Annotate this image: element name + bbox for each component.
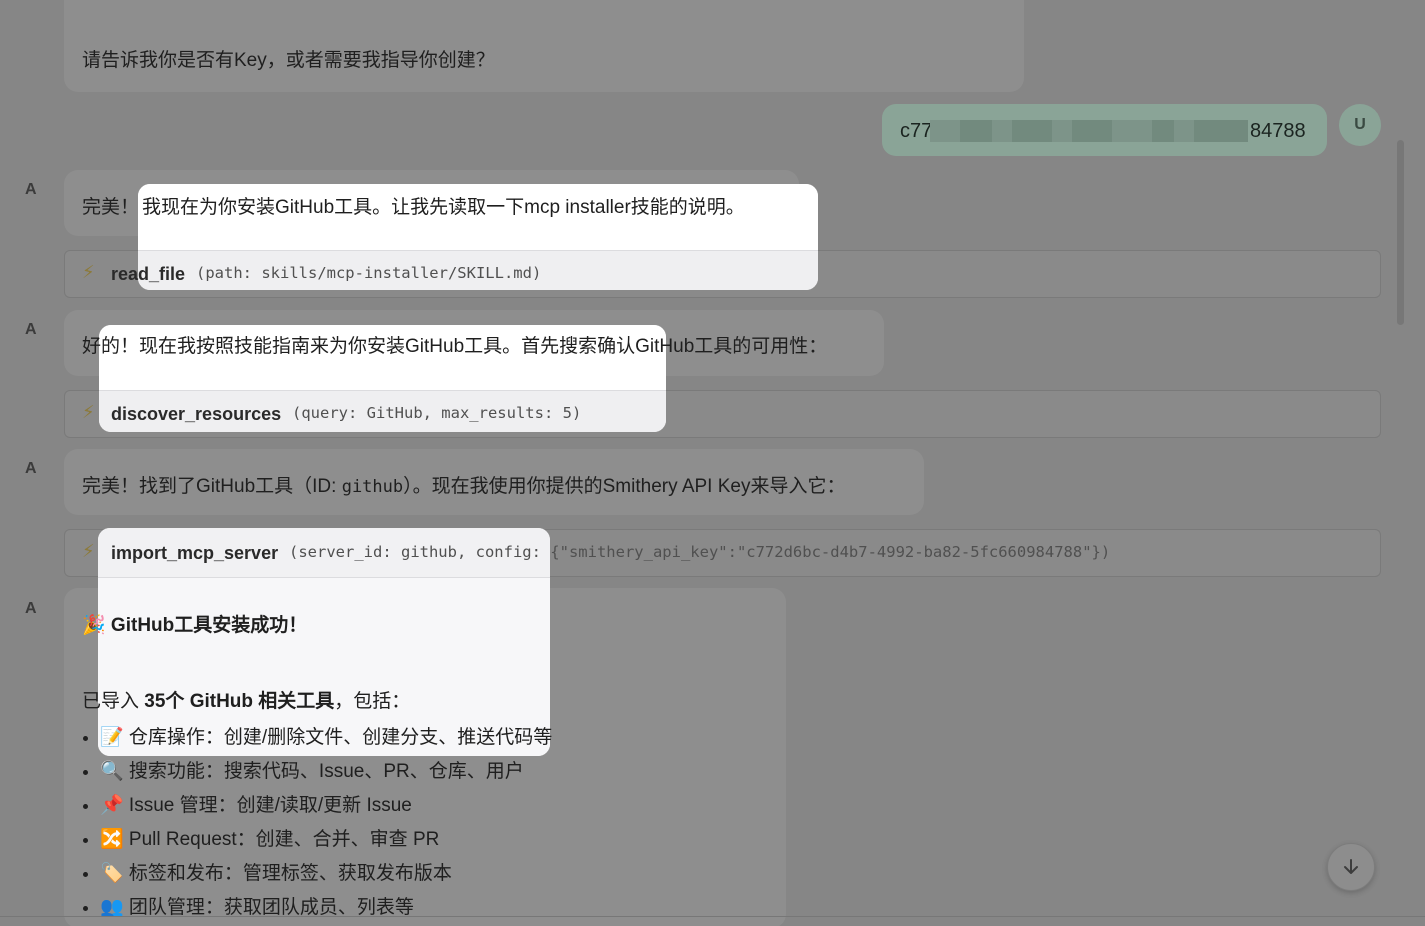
redaction-block (930, 120, 960, 142)
success-title: 🎉 GitHub工具安装成功！ (82, 615, 308, 636)
divider (0, 916, 1425, 917)
message-text-2: 好的！现在我按照技能指南来为你安装GitHub工具。首先搜索确认GitHub工具… (82, 336, 828, 357)
bolt-icon: ⚡ (82, 541, 95, 561)
scrollbar-thumb[interactable] (1397, 140, 1404, 325)
bolt-icon: ⚡ (82, 262, 95, 282)
tool-name-read-file: read_file (111, 264, 186, 284)
redaction-block (1072, 120, 1112, 142)
redaction-block (1112, 120, 1152, 142)
list-item: 🔀 Pull Request：创建、合并、审查 PR (100, 827, 552, 861)
message-text-3-part2: ）。现在我使用你提供的Smithery API Key来导入它： (403, 476, 846, 497)
feature-list: 📝 仓库操作：创建/删除文件、创建分支、推送代码等 🔍 搜索功能：搜索代码、Is… (100, 725, 552, 926)
import-summary: 已导入 35个 GitHub 相关工具，包括： (82, 686, 410, 713)
list-item: 📝 仓库操作：创建/删除文件、创建分支、推送代码等 (100, 725, 552, 759)
user-key-start: c77 (900, 120, 933, 142)
message-text-1: 我现在为你安装GitHub工具。让我先读取一下mcp installer技能的说… (142, 197, 745, 218)
list-item: 🏷️ 标签和发布：管理标签、获取发布版本 (100, 861, 552, 895)
assistant-avatar: A (25, 321, 37, 338)
list-item: 🔍 搜索功能：搜索代码、Issue、PR、仓库、用户 (100, 759, 552, 793)
arrow-down-icon (1344, 859, 1358, 874)
message-prefix-1: 完美！ (82, 197, 140, 218)
inline-code-github: github (341, 477, 404, 497)
redaction-block (992, 120, 1012, 142)
scroll-to-bottom-button[interactable] (1327, 843, 1375, 891)
message-text-3: 完美！找到了GitHub工具（ID: github）。现在我使用你提供的Smit… (82, 471, 845, 498)
tool-args-part-a: (server_id: github, config (289, 543, 532, 561)
assistant-avatar: A (25, 181, 37, 198)
assistant-avatar: A (25, 460, 37, 477)
list-item: 📌 Issue 管理：创建/读取/更新 Issue (100, 793, 552, 827)
tool-name-import-mcp-server: import_mcp_server (111, 543, 279, 563)
message-text-prev: 请告诉我你是否有Key，或者需要我指导你创建？ (82, 50, 495, 71)
tool-name-discover-resources: discover_resources (111, 404, 282, 424)
tool-args-import-mcp-server: (server_id: github, config: {"smithery_a… (289, 543, 1110, 561)
bolt-icon: ⚡ (82, 402, 95, 422)
import-summary-a: 已导入 (82, 691, 145, 712)
import-summary-bold: 35个 GitHub 相关工具 (144, 691, 335, 712)
chat-window: 请告诉我你是否有Key，或者需要我指导你创建？ c77 84788 U A 完美… (0, 0, 1425, 926)
tool-args-part-b: : {"smithery_api_key":"c772d6bc-d4b7-499… (531, 543, 1111, 561)
list-item: 👥 团队管理：获取团队成员、列表等 (100, 895, 552, 926)
redaction-block (1152, 120, 1174, 142)
tool-args-discover-resources: (query: GitHub, max_results: 5) (292, 404, 582, 422)
user-avatar: U (1339, 104, 1381, 146)
assistant-avatar: A (25, 600, 37, 617)
tool-args-read-file: (path: skills/mcp-installer/SKILL.md) (196, 264, 542, 282)
message-text-3-part1: 完美！找到了GitHub工具（ID: (82, 476, 342, 497)
user-key-end: 84788 (1250, 120, 1306, 142)
import-summary-b: ，包括： (334, 691, 411, 712)
redaction-block (1194, 120, 1248, 142)
redaction-block (1052, 120, 1072, 142)
redaction-block (960, 120, 992, 142)
redaction-block (1012, 120, 1052, 142)
redaction-block (1174, 120, 1194, 142)
